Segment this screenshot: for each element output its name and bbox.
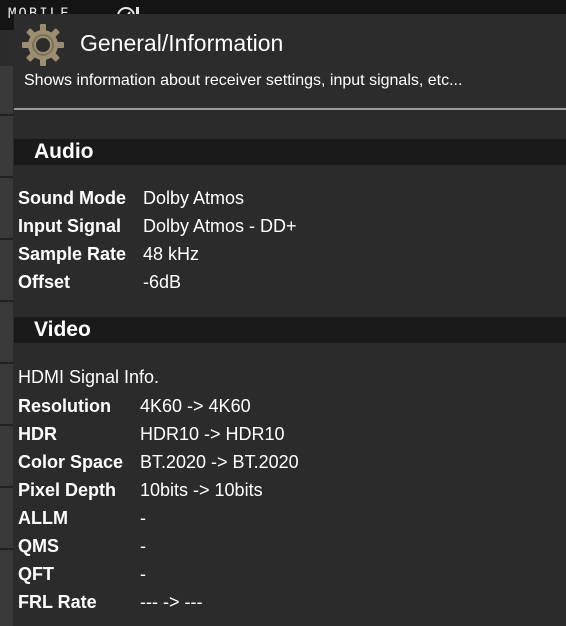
row-label: ALLM (18, 508, 68, 528)
row-value: HDR10 -> HDR10 (140, 424, 285, 444)
row-label: Color Space (18, 452, 124, 472)
row-label: QFT (18, 564, 54, 584)
page-description: Shows information about receiver setting… (24, 72, 463, 89)
row-value: 4K60 -> 4K60 (140, 396, 251, 416)
row-label: HDR (18, 424, 57, 444)
row-value: - (140, 508, 146, 528)
audio-heading: Audio (34, 140, 94, 163)
row-label: Sound Mode (18, 188, 126, 208)
left-edge-strip (0, 66, 13, 626)
row-value: BT.2020 -> BT.2020 (140, 452, 299, 472)
row-value: Dolby Atmos (143, 188, 245, 208)
row-value: 48 kHz (143, 244, 200, 264)
row-value: - (140, 564, 146, 584)
row-label: Offset (18, 272, 71, 292)
header-divider (14, 108, 566, 110)
row-value: 10bits -> 10bits (140, 480, 263, 500)
row-value: - (140, 536, 146, 556)
page-header: General/Information Shows information ab… (14, 14, 566, 108)
row-value: --- -> --- (140, 592, 203, 612)
video-section-header: Video (14, 317, 566, 343)
row-value: Dolby Atmos - DD+ (143, 216, 297, 236)
row-label: FRL Rate (18, 592, 97, 612)
video-heading: Video (34, 318, 91, 341)
row-label: Pixel Depth (18, 480, 117, 500)
page-title: General/Information (80, 30, 284, 56)
video-subheading: HDMI Signal Info. (18, 367, 160, 387)
row-value: -6dB (143, 272, 182, 292)
audio-section-header: Audio (14, 139, 566, 165)
row-label: Resolution (18, 396, 111, 416)
row-label: QMS (18, 536, 60, 556)
row-label: Sample Rate (18, 244, 127, 264)
row-label: Input Signal (18, 216, 121, 236)
gear-icon (22, 24, 64, 66)
